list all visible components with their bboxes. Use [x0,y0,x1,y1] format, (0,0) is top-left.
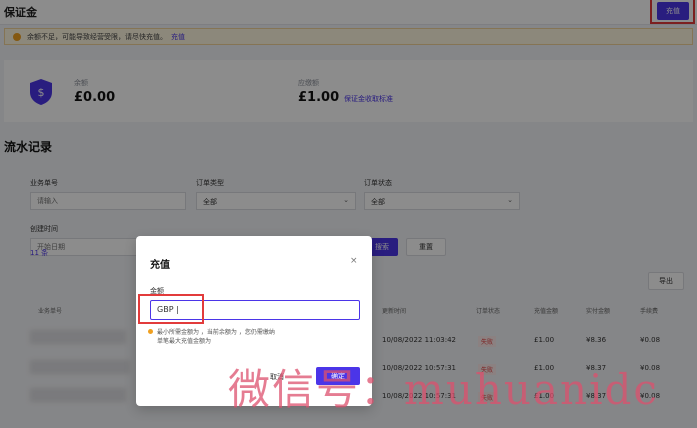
highlight-frame-amount [138,294,204,324]
dialog-title: 充值 [150,260,170,271]
hint-line-2: 单笔最大充值金额为 [157,338,212,345]
hint-line-1: 最小所需金额为 ，当前余额为 ，您仍需缴纳 [157,329,275,336]
close-icon[interactable]: × [350,256,358,266]
warning-dot-icon [148,329,153,334]
amount-hint: 最小所需金额为 ，当前余额为 ，您仍需缴纳 单笔最大充值金额为 [148,328,275,346]
watermark-text: 微信号：muhuanidc [228,365,659,414]
deposit-page: 保证金 充值 余额不足，可能导致经营受限，请尽快充值。 充值 $ 余额 £0.00… [0,0,697,428]
